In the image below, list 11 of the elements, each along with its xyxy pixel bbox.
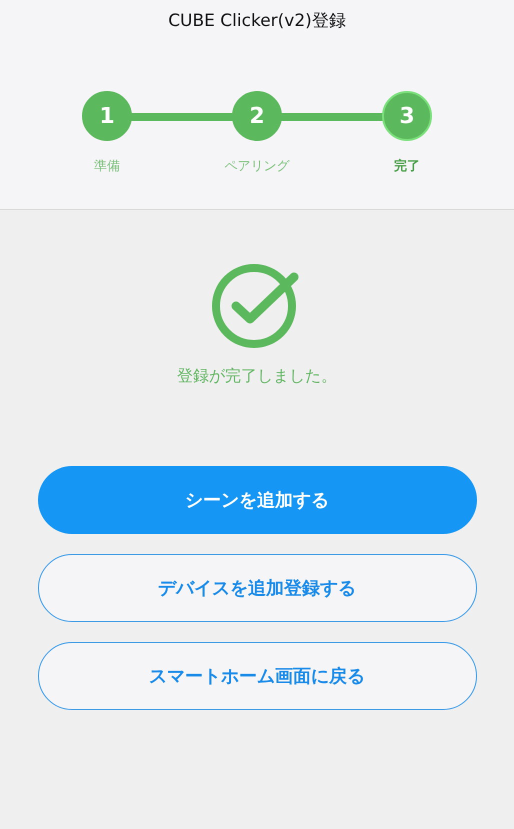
step-circle: 1 bbox=[82, 91, 132, 141]
step-label: ペアリング bbox=[224, 158, 290, 175]
step-label: 準備 bbox=[94, 158, 120, 175]
screen-title: CUBE Clicker(v2)登録 bbox=[168, 10, 346, 32]
step-circle: 2 bbox=[232, 91, 282, 141]
step-circle: 3 bbox=[382, 91, 432, 141]
completion-message: 登録が完了しました。 bbox=[177, 366, 337, 387]
step-label: 完了 bbox=[394, 158, 420, 175]
action-button[interactable]: デバイスを追加登録する bbox=[38, 554, 476, 622]
action-button[interactable]: シーンを追加する bbox=[38, 466, 476, 534]
action-button[interactable]: スマートホーム画面に戻る bbox=[38, 642, 476, 710]
